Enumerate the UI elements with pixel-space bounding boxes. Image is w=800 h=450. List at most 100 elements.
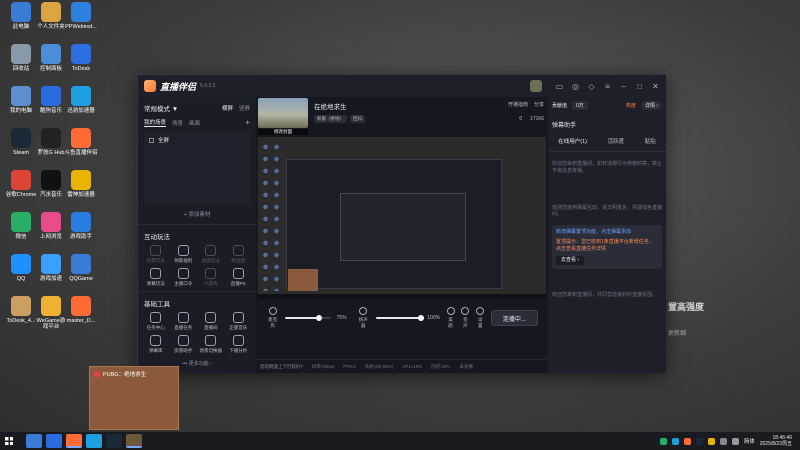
- tab-portrait[interactable]: 竖屏: [239, 104, 250, 112]
- desktop-icon[interactable]: 酷狗音乐: [34, 86, 68, 114]
- mode-select[interactable]: 常规模式 ▼: [144, 103, 178, 113]
- desktop-icon[interactable]: 谷歌Chrome: [4, 170, 38, 198]
- tray-leishen-icon[interactable]: [707, 437, 715, 445]
- tab-online-users[interactable]: 在线用户(1): [558, 137, 587, 145]
- tab-activity[interactable]: 活跃度: [608, 137, 625, 145]
- desktop-icon[interactable]: 罗技G Hub: [34, 128, 68, 156]
- speaker-slider[interactable]: [375, 315, 425, 321]
- tab-frames[interactable]: 画面: [189, 119, 200, 127]
- tool-item[interactable]: 弹幕库: [142, 335, 170, 354]
- live-title[interactable]: 在绝地求生: [314, 101, 347, 111]
- voice-change-button[interactable]: 变声: [461, 307, 470, 329]
- taskbar-xunyou-icon[interactable]: [86, 434, 102, 448]
- mic-slider-knob[interactable]: [316, 315, 323, 321]
- desktop-icon[interactable]: 斗鱼直播伴侣: [64, 128, 98, 156]
- tool-item[interactable]: 福袋玩法: [197, 245, 225, 264]
- tool-item[interactable]: 小游戏: [197, 268, 225, 287]
- maximize-icon[interactable]: □: [635, 82, 644, 91]
- tool-item[interactable]: 粉丝团: [225, 245, 253, 264]
- tray-network-icon[interactable]: [719, 437, 727, 445]
- tool-item[interactable]: 场景切换器: [197, 335, 225, 354]
- taskbar-pubg-icon[interactable]: [126, 434, 142, 448]
- speaker-toggle[interactable]: 扬声器: [357, 307, 370, 329]
- tab-stickers[interactable]: 贴贴: [645, 137, 656, 145]
- desktop-icon[interactable]: 上网浏览: [34, 212, 68, 240]
- tab-scenes[interactable]: 场景: [172, 119, 183, 127]
- desktop-icon[interactable]: 游戏助手: [64, 212, 98, 240]
- tab-landscape[interactable]: 横屏: [222, 104, 233, 112]
- detail-button[interactable]: 详情 ›: [640, 101, 662, 110]
- cart-icon[interactable]: ◇: [587, 82, 596, 91]
- tray-steam-icon[interactable]: [695, 437, 703, 445]
- avatar[interactable]: [530, 80, 542, 92]
- input-language[interactable]: 简体: [744, 437, 755, 445]
- tool-item[interactable]: 下播分析: [225, 335, 253, 354]
- message-icon[interactable]: ▭: [555, 82, 564, 91]
- tab-my-scenes[interactable]: 我的场景: [144, 118, 167, 127]
- network-warning[interactable]: 您的网速上下行较好?: [260, 364, 303, 370]
- tray-wechat-icon[interactable]: [659, 437, 667, 445]
- tool-item[interactable]: 弹幕玩法: [142, 268, 170, 287]
- menu-icon[interactable]: ≡: [603, 82, 612, 91]
- mic-slider[interactable]: [285, 315, 331, 321]
- headset-icon[interactable]: ◎: [571, 82, 580, 91]
- desktop-icon[interactable]: 此电脑: [4, 2, 38, 30]
- settings-button[interactable]: 设置: [476, 307, 485, 329]
- desktop-icon[interactable]: WeGame游戏平台: [34, 296, 68, 330]
- category-tag[interactable]: 新服（绝地）: [314, 115, 347, 123]
- desktop-icon[interactable]: ToDesk: [64, 44, 98, 72]
- beauty-button[interactable]: 美颜: [446, 307, 455, 329]
- desktop-icon[interactable]: Steam: [4, 128, 38, 156]
- cover-image[interactable]: [258, 98, 308, 128]
- tray-douyu-icon[interactable]: [683, 437, 691, 445]
- game-preview-popup[interactable]: PUBG：绝地求生: [89, 366, 179, 430]
- desktop-icon[interactable]: 汽水音乐: [34, 170, 68, 198]
- desktop-icon[interactable]: 雷神加速器: [64, 170, 98, 198]
- desktop-icon[interactable]: PPWebinst...: [64, 2, 98, 30]
- clock[interactable]: 18:46:46 2025/8/22周五: [760, 435, 792, 447]
- desktop-icon[interactable]: QQ: [4, 254, 38, 282]
- tool-item[interactable]: 直播任务: [170, 312, 198, 331]
- desktop-icon[interactable]: master_D...: [64, 296, 98, 324]
- tool-item[interactable]: 任务中心: [142, 312, 170, 331]
- taskbar-steam-icon[interactable]: [106, 434, 122, 448]
- edit-cover-button[interactable]: 修改封面: [258, 129, 308, 135]
- desktop-icon[interactable]: 回收站: [4, 44, 38, 72]
- tool-item[interactable]: 领取福利: [170, 245, 198, 264]
- preview-nested-window: [340, 193, 466, 261]
- taskbar-cloud-icon[interactable]: [26, 434, 42, 448]
- add-scene-button[interactable]: +: [245, 118, 250, 127]
- tool-item[interactable]: 直播PK: [225, 268, 253, 287]
- go-view-button[interactable]: 去查看 ›: [556, 256, 585, 265]
- tool-item[interactable]: 房管助手: [170, 335, 198, 354]
- tray-volume-icon[interactable]: [731, 437, 739, 445]
- share-button[interactable]: 分享: [534, 101, 544, 108]
- desktop-icon[interactable]: QQGame: [64, 254, 98, 282]
- taskbar-kugou-icon[interactable]: [46, 434, 62, 448]
- desktop-icon[interactable]: ToDesk_4...: [4, 296, 38, 324]
- tray-xunyou-icon[interactable]: [671, 437, 679, 445]
- speaker-slider-knob[interactable]: [418, 315, 425, 321]
- stream-preview[interactable]: [258, 137, 546, 299]
- scene-item[interactable]: 全屏: [147, 135, 247, 145]
- sub-tag[interactable]: 回归: [350, 115, 365, 123]
- tool-item[interactable]: 投票玩法: [142, 245, 170, 264]
- add-source-button[interactable]: + 添加素材: [138, 210, 256, 218]
- open-guide-link[interactable]: 开播指南: [508, 101, 528, 108]
- desktop-icon[interactable]: 我的电脑: [4, 86, 38, 114]
- minimize-icon[interactable]: –: [619, 82, 628, 91]
- tool-item[interactable]: 直播间: [197, 312, 225, 331]
- taskbar-live-companion-icon[interactable]: [66, 434, 82, 448]
- desktop-icon[interactable]: 迅游加速器: [64, 86, 98, 114]
- speaker-icon: [359, 307, 368, 315]
- desktop-icon[interactable]: 游戏加速: [34, 254, 68, 282]
- close-icon[interactable]: ✕: [651, 82, 660, 91]
- tool-item[interactable]: 主播口令: [170, 268, 198, 287]
- desktop-icon[interactable]: 微信: [4, 212, 38, 240]
- mic-toggle[interactable]: 麦克风: [266, 307, 279, 329]
- desktop-icon[interactable]: 控制面板: [34, 44, 68, 72]
- desktop-icon[interactable]: 个人文件夹: [34, 2, 68, 30]
- go-live-button[interactable]: 连播中...: [490, 310, 539, 326]
- start-button[interactable]: [0, 432, 18, 450]
- tool-item[interactable]: 正版音乐: [225, 312, 253, 331]
